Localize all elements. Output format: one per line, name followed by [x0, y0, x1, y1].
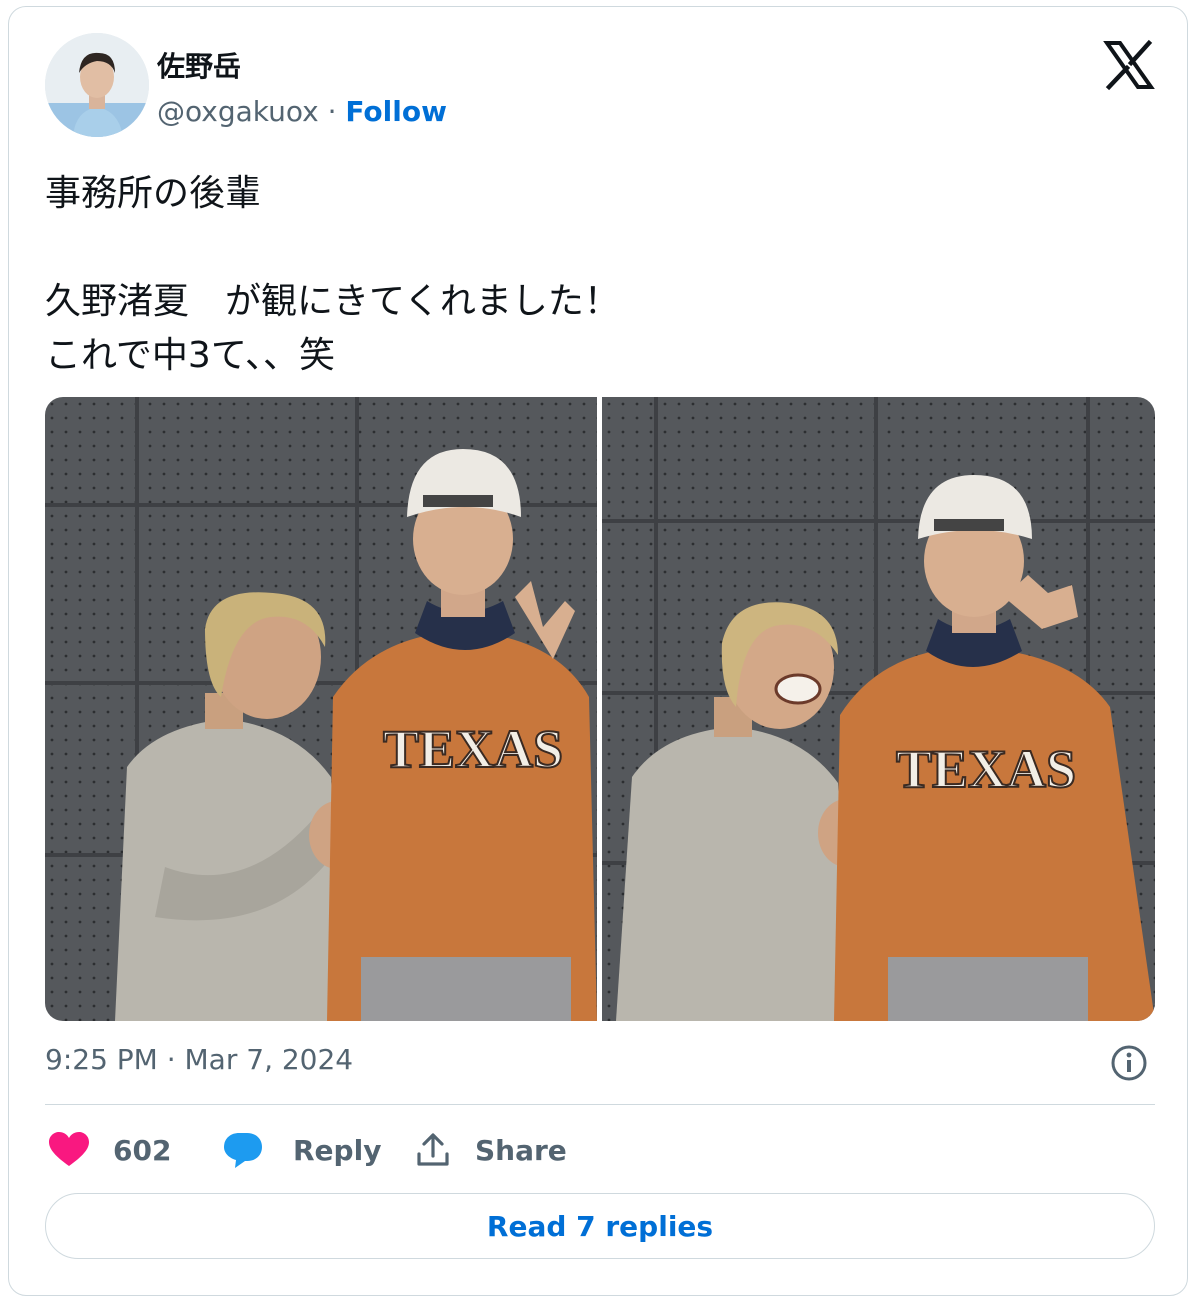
like-button[interactable]: 602: [49, 1125, 171, 1175]
jersey-text: TEXAS: [896, 739, 1076, 799]
avatar[interactable]: [45, 33, 149, 137]
photo-1[interactable]: TEXAS: [45, 397, 597, 1021]
reply-label: Reply: [293, 1133, 382, 1167]
info-icon[interactable]: [1109, 1043, 1149, 1083]
reply-button[interactable]: Reply: [223, 1125, 381, 1175]
tweet-text-line: 事務所の後輩: [45, 173, 262, 214]
author-handle[interactable]: @oxgakuox: [157, 95, 319, 128]
handle-row: @oxgakuox · Follow: [157, 95, 447, 128]
share-icon: [417, 1133, 449, 1166]
tweet-text-line: これで中3て、、笑: [45, 335, 336, 376]
tweet-header: 佐野岳 @oxgakuox · Follow: [45, 33, 1155, 143]
divider: [45, 1104, 1155, 1105]
embedded-tweet-card: 佐野岳 @oxgakuox · Follow 事務所の後輩 久野渚夏 が観にきて…: [8, 6, 1188, 1296]
follow-button[interactable]: Follow: [345, 95, 447, 128]
author-name[interactable]: 佐野岳: [157, 45, 241, 85]
share-button[interactable]: Share: [415, 1125, 567, 1175]
tweet-text: 事務所の後輩 久野渚夏 が観にきてくれました！ これで中3て、、笑: [45, 167, 1145, 383]
tweet-text-line: [45, 221, 1145, 275]
tweet-timestamp[interactable]: 9:25 PM · Mar 7, 2024: [45, 1043, 353, 1076]
tweet-text-line: 久野渚夏 が観にきてくれました！: [45, 281, 620, 322]
x-logo-icon[interactable]: [1103, 39, 1155, 91]
share-label: Share: [475, 1133, 567, 1167]
like-count: 602: [113, 1133, 172, 1167]
photo-2[interactable]: TEXAS: [602, 397, 1155, 1021]
read-replies-button[interactable]: Read 7 replies: [45, 1193, 1155, 1259]
reply-bubble-icon: [224, 1133, 262, 1168]
tweet-actions: 602 Reply Share: [45, 1125, 1155, 1175]
heart-icon: [49, 1132, 89, 1166]
separator: ·: [318, 95, 346, 128]
jersey-text: TEXAS: [383, 719, 563, 779]
tweet-media: TEXAS TEXAS: [45, 397, 1155, 1021]
